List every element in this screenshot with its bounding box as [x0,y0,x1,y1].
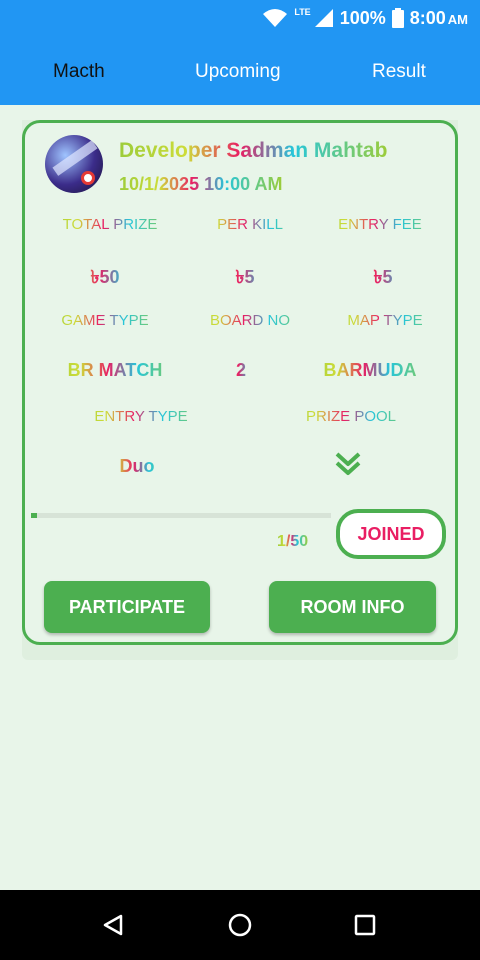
prize-pool-label: PRIZE POOL [281,408,421,425]
double-chevron-down-icon[interactable] [334,451,362,477]
map-type-value: BARMUDA [305,360,435,381]
signal-icon [314,9,333,27]
match-card: Developer Sadman Mahtab 10/1/2025 10:00 … [22,120,458,645]
progress-fill [31,513,37,518]
badge-icon [81,171,95,185]
home-icon[interactable] [223,908,257,942]
total-prize-value: ৳50 [45,263,165,294]
match-datetime: 10/1/2025 10:00 AM [119,174,283,194]
host-avatar [45,135,103,193]
room-info-button[interactable]: ROOM INFO [269,581,436,633]
map-type-label: MAP TYPE [325,312,445,329]
entry-fee-label: ENTRY FEE [315,216,445,233]
tab-upcoming[interactable]: Upcoming [195,38,281,105]
tab-result[interactable]: Result [372,38,426,105]
network-type: LTE [294,7,311,17]
tab-match[interactable]: Macth [53,38,105,105]
game-type-value: BR MATCH [45,360,185,381]
back-icon[interactable] [96,908,130,942]
per-kill-value: ৳5 [185,263,305,294]
wifi-icon [263,9,288,27]
joined-button[interactable]: JOINED [336,509,446,559]
entry-type-label: ENTRY TYPE [71,408,211,425]
board-no-label: BOARD NO [185,312,315,329]
game-type-label: GAME TYPE [45,312,165,329]
board-no-value: 2 [211,360,271,381]
tab-bar: Macth Upcoming Result [0,38,480,105]
battery-icon [391,8,404,28]
match-title: Developer Sadman Mahtab [119,139,388,162]
status-bar: LTE 100% 8:00 AM [262,6,468,30]
per-kill-label: PER KILL [185,216,315,233]
total-prize-label: TOTAL PRIZE [45,216,175,233]
app-bar: LTE 100% 8:00 AM Macth Upcoming Result [0,0,480,105]
participant-count: 1/50 [277,533,309,550]
recents-icon[interactable] [348,908,382,942]
participants-progress [31,513,331,518]
entry-fee-value: ৳5 [323,263,443,294]
battery-percent: 100% [339,7,386,28]
clock: 8:00 AM [409,7,468,28]
participate-button[interactable]: PARTICIPATE [44,581,210,633]
system-nav-bar [0,890,480,960]
entry-type-value: Duo [97,456,177,477]
